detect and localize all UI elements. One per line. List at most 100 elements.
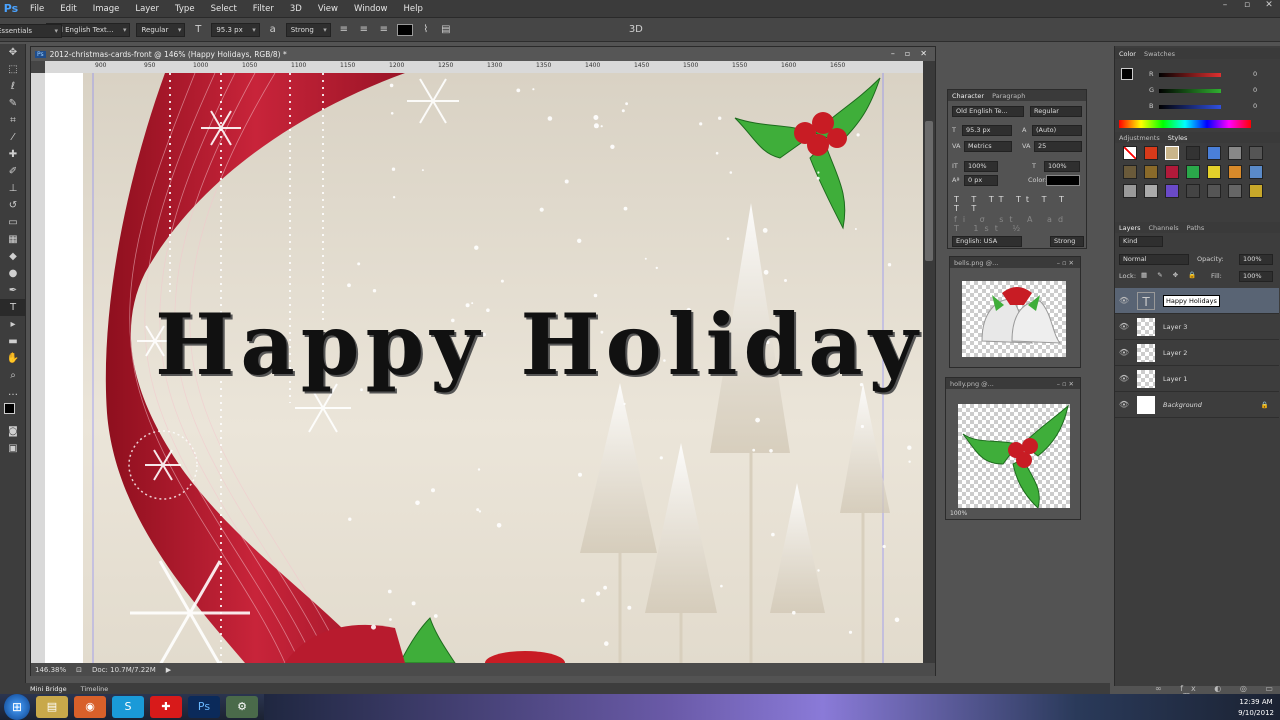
tab-paths[interactable]: Paths [1187,224,1205,232]
character-panel-icon[interactable]: ▤ [439,23,453,37]
style-swatch[interactable] [1165,184,1179,198]
foreground-color[interactable] [4,403,15,414]
style-swatch[interactable] [1249,184,1263,198]
opacity-field[interactable]: 100% [1239,254,1273,265]
happy-holidays-text[interactable]: Happy Holidays [155,295,923,394]
char-style-select[interactable]: Regular [1030,106,1082,117]
style-swatch-grid[interactable] [1123,146,1265,198]
char-tracking-field[interactable]: 25 [1034,141,1082,152]
doc-minimize-icon[interactable]: – [891,47,895,61]
tab-adjustments[interactable]: Adjustments [1119,134,1160,142]
lock-icons[interactable]: ▦ ✎ ✥ 🔒 [1141,271,1200,279]
visibility-eye-icon[interactable]: 👁 [1115,348,1133,357]
style-swatch[interactable] [1144,146,1158,160]
skype-icon[interactable]: S [112,696,144,718]
holly-window-titlebar[interactable]: holly.png @... – ▫ ✕ [946,378,1080,389]
layer-row[interactable]: 👁 T Happy Holidays [1115,288,1279,314]
color-fg-swatch[interactable] [1121,68,1133,80]
quick-mask-icon[interactable]: ◙ [0,423,26,440]
fill-field[interactable]: 100% [1239,271,1273,282]
style-swatch[interactable] [1186,165,1200,179]
style-swatch[interactable] [1123,184,1137,198]
font-style-select[interactable]: Regular [136,22,186,37]
menu-select[interactable]: Select [203,0,245,18]
style-none[interactable] [1123,146,1137,160]
quick-select-tool-icon[interactable]: ✎ [0,95,26,112]
char-antialias-select[interactable]: Strong [1050,236,1084,247]
pen-tool-icon[interactable]: ✒ [0,282,26,299]
style-swatch[interactable] [1165,165,1179,179]
tab-paragraph[interactable]: Paragraph [992,92,1025,100]
align-center-icon[interactable]: ≡ [357,23,371,37]
marquee-tool-icon[interactable]: ⬚ [0,61,26,78]
style-swatch[interactable] [1207,146,1221,160]
style-swatch[interactable] [1186,184,1200,198]
blur-tool-icon[interactable]: ◆ [0,248,26,265]
minimize-icon[interactable]: – [1214,0,1236,14]
3d-icon[interactable]: 3D [629,23,643,37]
status-icon[interactable]: ⊡ [76,666,82,674]
style-swatch[interactable] [1207,184,1221,198]
menu-3d[interactable]: 3D [282,0,310,18]
layer-row[interactable]: 👁 Background 🔒 [1115,392,1279,418]
tab-timeline[interactable]: Timeline [81,685,109,693]
move-tool-icon[interactable]: ✥ [0,44,26,61]
document-tab[interactable]: Ps 2012-christmas-cards-front @ 146% (Ha… [31,47,935,61]
style-swatch[interactable] [1249,146,1263,160]
char-baseline-field[interactable]: 0 px [964,175,998,186]
bells-close-icon[interactable]: – ▫ ✕ [1057,259,1074,267]
menu-file[interactable]: File [22,0,52,18]
style-swatch[interactable] [1228,146,1242,160]
style-swatch[interactable] [1228,184,1242,198]
antialias-select[interactable]: Strong [285,22,331,37]
firefox-icon[interactable]: ◉ [74,696,106,718]
doc-maximize-icon[interactable]: ▫ [905,47,910,61]
system-clock[interactable]: 12:39 AM 9/10/2012 [1238,697,1274,719]
zoom-tool-icon[interactable]: ⌕ [0,367,26,384]
status-arrow-icon[interactable]: ▶ [166,666,171,674]
style-swatch[interactable] [1165,146,1179,160]
edit-toolbar-icon[interactable]: … [0,384,26,401]
start-button[interactable]: ⊞ [4,694,30,720]
dodge-tool-icon[interactable]: ● [0,265,26,282]
char-size-field[interactable]: 95.3 px [962,125,1012,136]
blue-slider[interactable]: B0 [1149,102,1279,112]
tab-color[interactable]: Color [1119,50,1136,58]
workspace-select[interactable]: Essentials [0,24,62,38]
zoom-level[interactable]: 146.38% [35,666,66,674]
tab-channels[interactable]: Channels [1149,224,1179,232]
style-swatch[interactable] [1144,184,1158,198]
crop-tool-icon[interactable]: ⌗ [0,112,26,129]
char-hscale-field[interactable]: 100% [1044,161,1080,172]
text-color-swatch[interactable] [396,23,413,36]
menu-image[interactable]: Image [85,0,128,18]
photoshop-taskbar-icon[interactable]: Ps [188,696,220,718]
style-swatch[interactable] [1123,165,1137,179]
visibility-eye-icon[interactable]: 👁 [1115,400,1133,409]
menu-filter[interactable]: Filter [245,0,282,18]
doc-size[interactable]: Doc: 10.7M/7.22M [92,666,156,674]
layer-row[interactable]: 👁 Layer 3 [1115,314,1279,340]
text-style-buttons[interactable]: T T TT Tt T T T T [954,195,1086,213]
path-select-tool-icon[interactable]: ▸ [0,316,26,333]
menu-layer[interactable]: Layer [127,0,167,18]
history-brush-tool-icon[interactable]: ↺ [0,197,26,214]
menu-help[interactable]: Help [396,0,431,18]
tab-styles[interactable]: Styles [1168,134,1188,142]
opentype-buttons[interactable]: fi σ st A ad T 1st ½ [954,215,1086,233]
holly-document-window[interactable]: holly.png @... – ▫ ✕ 100% [945,377,1081,520]
tab-layers[interactable]: Layers [1119,224,1141,232]
style-swatch[interactable] [1186,146,1200,160]
char-kerning-field[interactable]: Metrics [964,141,1012,152]
layer-row[interactable]: 👁 Layer 1 [1115,366,1279,392]
shape-tool-icon[interactable]: ▬ [0,333,26,350]
style-swatch[interactable] [1207,165,1221,179]
holly-close-icon[interactable]: – ▫ ✕ [1057,380,1074,388]
menu-type[interactable]: Type [167,0,203,18]
align-right-icon[interactable]: ≡ [377,23,391,37]
canvas[interactable]: Happy Holidays [45,73,923,663]
close-icon[interactable]: ✕ [1258,0,1280,14]
visibility-eye-icon[interactable]: 👁 [1115,374,1133,383]
bells-document-window[interactable]: bells.png @... – ▫ ✕ [949,256,1081,368]
layer-row[interactable]: 👁 Layer 2 [1115,340,1279,366]
